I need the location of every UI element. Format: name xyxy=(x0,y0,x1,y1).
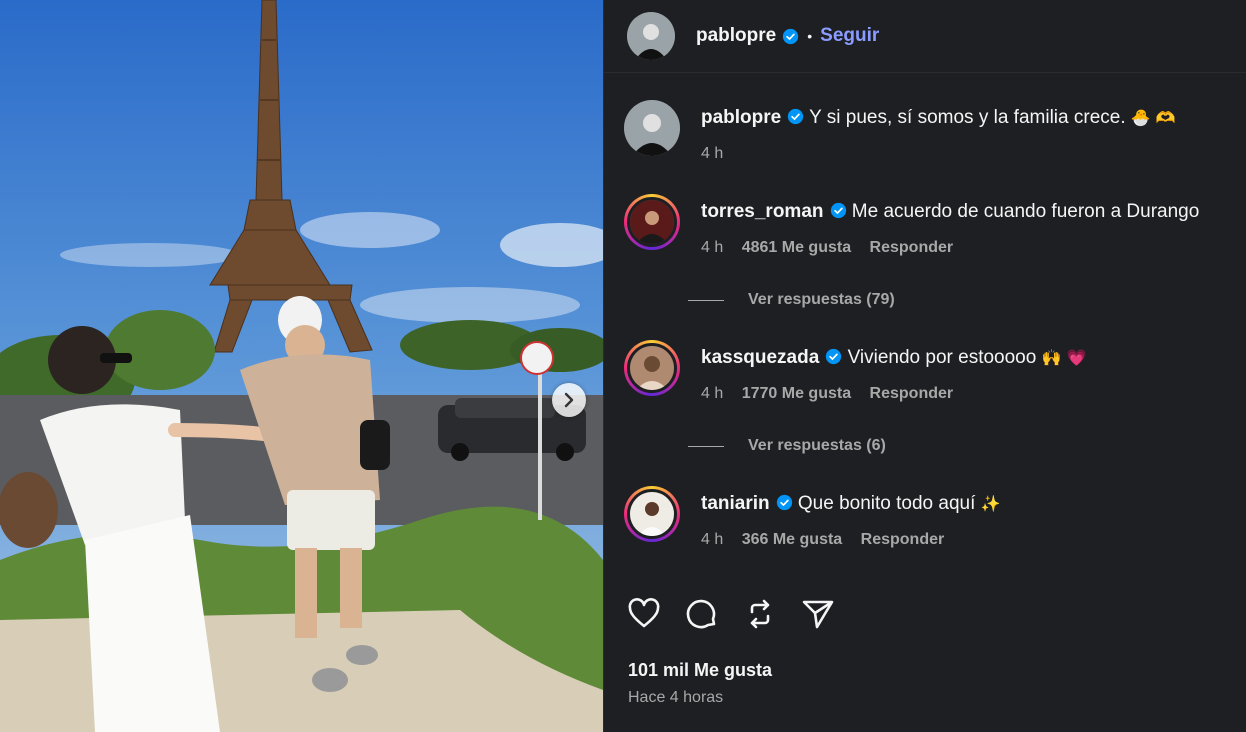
commenter-avatar xyxy=(627,343,677,393)
caption-text: Y si pues, sí somos y la familia crece. xyxy=(809,107,1126,128)
replies-dash xyxy=(688,445,724,447)
caption-username[interactable]: pablopre xyxy=(701,107,781,128)
comment-icon[interactable] xyxy=(684,596,720,632)
comment-likes[interactable]: 1770 Me gusta xyxy=(742,385,851,402)
comment-time[interactable]: 4 h xyxy=(701,239,723,256)
comment-emoji: 🙌 💗 xyxy=(1041,348,1087,367)
avatar-image xyxy=(630,492,674,536)
comment-time[interactable]: 4 h xyxy=(701,385,723,402)
reply-button[interactable]: Responder xyxy=(861,531,945,548)
reply-button[interactable]: Responder xyxy=(870,239,954,256)
verified-badge-icon xyxy=(826,348,842,365)
view-replies-button[interactable]: Ver respuestas (79) xyxy=(688,291,895,309)
comment-meta: 4 h 4861 Me gusta Responder xyxy=(701,239,967,257)
verified-badge-icon xyxy=(783,28,799,44)
avatar-image xyxy=(624,100,680,156)
verified-badge-icon xyxy=(830,202,846,219)
post-photo xyxy=(0,0,603,732)
comment-meta: 4 h 1770 Me gusta Responder xyxy=(701,385,967,403)
separator-dot: • xyxy=(807,28,813,44)
caption-time[interactable]: 4 h xyxy=(701,145,723,162)
photo-illustration xyxy=(0,0,603,732)
repost-icon[interactable] xyxy=(742,596,778,632)
reply-button[interactable]: Responder xyxy=(870,385,954,402)
post-header: pablopre • Seguir xyxy=(604,0,1246,73)
commenter-avatar xyxy=(627,489,677,539)
next-photo-button[interactable] xyxy=(552,383,586,417)
author-avatar[interactable] xyxy=(627,12,675,60)
comment-text: Viviendo por estooooo xyxy=(847,347,1037,368)
comment-line: torres_roman Me acuerdo de cuando fueron… xyxy=(701,201,1199,223)
replies-dash xyxy=(688,299,724,301)
verified-badge-icon xyxy=(788,108,804,125)
comment-meta: 4 h 366 Me gusta Responder xyxy=(701,531,958,549)
story-ring[interactable] xyxy=(624,486,680,542)
comment-username[interactable]: torres_roman xyxy=(701,201,824,222)
comment-time[interactable]: 4 h xyxy=(701,531,723,548)
avatar-image xyxy=(630,200,674,244)
comment-line: kassquezada Viviendo por estooooo 🙌 💗 xyxy=(701,347,1087,369)
comment-line: taniarin Que bonito todo aquí ✨ xyxy=(701,493,1001,515)
comments-panel: pablopre • Seguir pablopre Y si pues, sí… xyxy=(603,0,1246,732)
view-replies-button[interactable]: Ver respuestas (6) xyxy=(688,437,886,455)
action-bar xyxy=(626,596,836,632)
commenter-avatar xyxy=(627,197,677,247)
caption-avatar[interactable] xyxy=(624,100,680,156)
post-viewer: pablopre • Seguir pablopre Y si pues, sí… xyxy=(0,0,1246,732)
view-replies-label: Ver respuestas (6) xyxy=(748,437,886,454)
story-ring[interactable] xyxy=(624,340,680,396)
heart-icon[interactable] xyxy=(626,596,662,632)
story-ring[interactable] xyxy=(624,194,680,250)
comment-username[interactable]: taniarin xyxy=(701,493,770,514)
share-icon[interactable] xyxy=(800,596,836,632)
comment-likes[interactable]: 366 Me gusta xyxy=(742,531,842,548)
caption-line: pablopre Y si pues, sí somos y la famili… xyxy=(701,107,1176,129)
comment-likes[interactable]: 4861 Me gusta xyxy=(742,239,851,256)
caption-meta: 4 h xyxy=(701,145,737,163)
comment-text: Que bonito todo aquí xyxy=(797,493,976,514)
avatar-image xyxy=(627,12,675,60)
comment-username[interactable]: kassquezada xyxy=(701,347,819,368)
comment-text: Me acuerdo de cuando fueron a Durango xyxy=(851,201,1200,222)
post-time: Hace 4 horas xyxy=(628,689,724,706)
verified-badge-icon xyxy=(776,494,792,511)
follow-button[interactable]: Seguir xyxy=(820,25,879,47)
caption-emoji: 🐣 🫶 xyxy=(1130,108,1176,127)
author-username[interactable]: pablopre xyxy=(696,25,776,47)
view-replies-label: Ver respuestas (79) xyxy=(748,291,895,308)
chevron-right-icon xyxy=(564,392,574,408)
post-likes[interactable]: 101 mil Me gusta xyxy=(628,660,772,681)
avatar-image xyxy=(630,346,674,390)
comment-emoji: ✨ xyxy=(980,494,1001,513)
